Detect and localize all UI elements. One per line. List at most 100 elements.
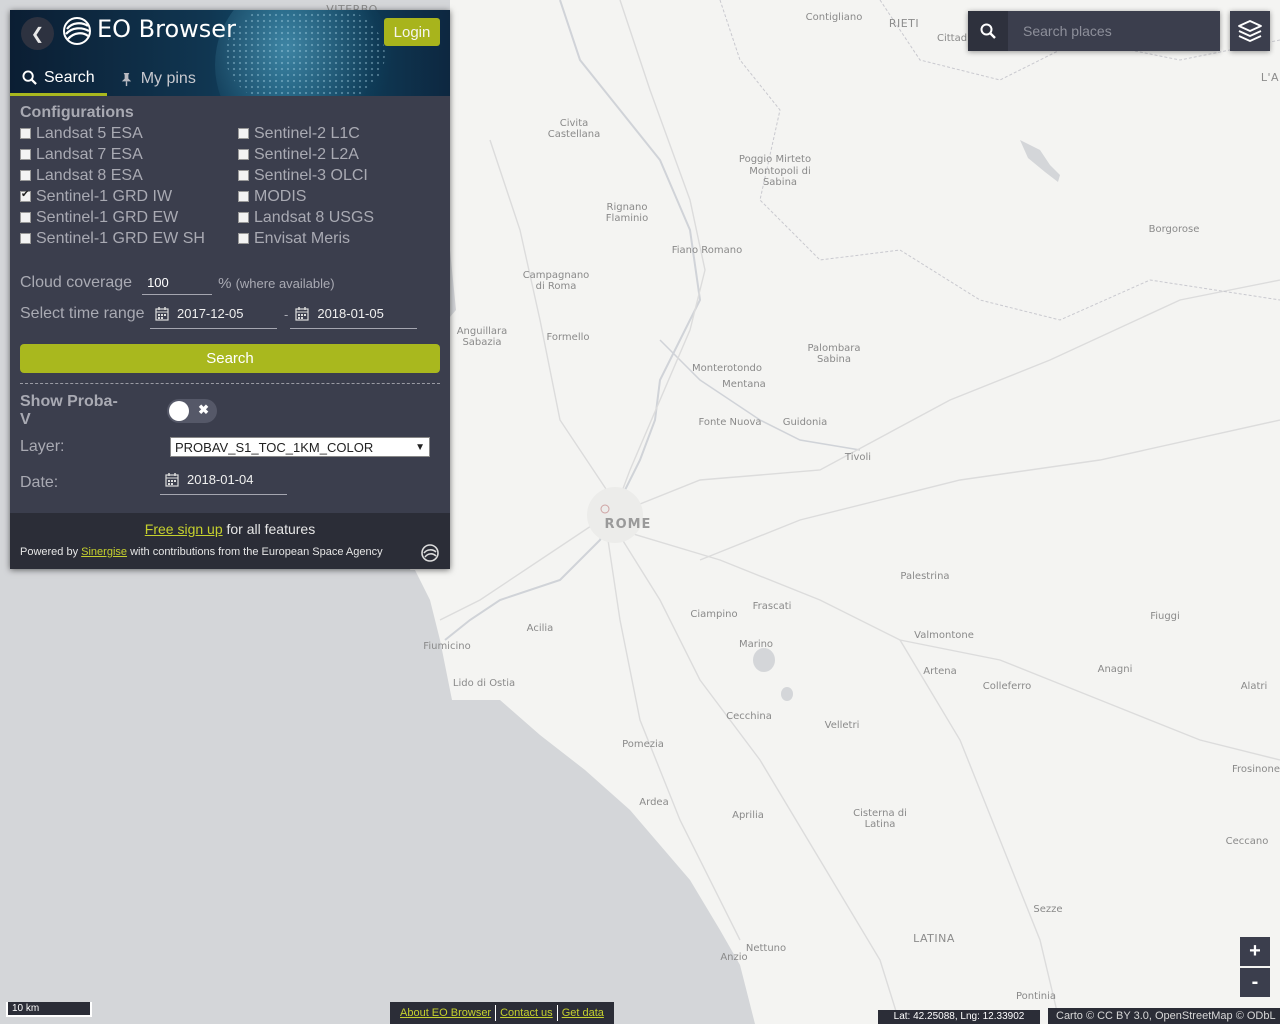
proba-date-row: Date: 2018-01-04 xyxy=(20,471,440,495)
contact-us-link[interactable]: Contact us xyxy=(496,1007,557,1019)
cloud-coverage-label: Cloud coverage xyxy=(20,274,133,291)
checkbox[interactable] xyxy=(238,170,249,181)
config-option-label: Sentinel-2 L2A xyxy=(254,145,359,163)
section-divider xyxy=(20,383,440,384)
config-option[interactable]: MODIS xyxy=(238,186,438,207)
checkbox[interactable] xyxy=(238,212,249,223)
date-to-value: 2018-01-05 xyxy=(317,306,384,321)
config-option-label: Sentinel-1 GRD EW xyxy=(36,208,179,226)
map-place-label: Montopoli di Sabina xyxy=(749,166,811,188)
map-place-label: Poggio Mirteto xyxy=(738,154,812,165)
panel-tabs: Search My pins xyxy=(10,62,208,96)
config-option[interactable]: Sentinel-3 OLCI xyxy=(238,165,438,186)
layer-select[interactable]: PROBAV_S1_TOC_1KM_COLOR ▼ xyxy=(170,437,430,457)
proba-date-field[interactable]: 2018-01-04 xyxy=(160,465,287,495)
panel-header: ❮ EO Browser Login Search My pins xyxy=(10,10,450,96)
cloud-coverage-input[interactable]: 100 xyxy=(142,271,213,295)
map-place-label: Ciampino xyxy=(690,609,738,620)
date-label: Date: xyxy=(20,474,59,491)
map-place-label: Fiumicino xyxy=(423,641,471,652)
config-option[interactable]: Landsat 8 ESA xyxy=(20,165,238,186)
map-place-label: RIETI xyxy=(888,17,920,30)
config-option[interactable]: Sentinel-1 GRD EW SH xyxy=(20,228,238,249)
layers-icon xyxy=(1238,20,1262,42)
free-signup-link[interactable]: Free sign up xyxy=(145,521,223,537)
collapse-panel-button[interactable]: ❮ xyxy=(21,17,54,50)
zoom-in-button[interactable]: + xyxy=(1240,937,1270,966)
checkbox[interactable] xyxy=(238,233,249,244)
map-place-label: Aprilia xyxy=(732,810,764,821)
map-place-label: Colleferro xyxy=(982,681,1032,692)
config-option[interactable]: Landsat 5 ESA xyxy=(20,123,238,144)
config-option-label: Sentinel-1 GRD EW SH xyxy=(36,229,205,247)
map-place-label: Campagnano di Roma xyxy=(522,270,590,292)
date-from-field[interactable]: 2017-12-05 xyxy=(150,299,277,329)
map-place-label: Artena xyxy=(923,666,957,677)
sinergise-link[interactable]: Sinergise xyxy=(81,546,127,558)
config-option[interactable]: Envisat Meris xyxy=(238,228,438,249)
chevron-left-icon: ❮ xyxy=(30,25,45,43)
search-places-input[interactable]: Search places xyxy=(1008,23,1220,39)
map-place-label: Acilia xyxy=(526,623,554,634)
about-eo-browser-link[interactable]: About EO Browser xyxy=(396,1007,495,1019)
app-title: EO Browser xyxy=(97,15,236,43)
date-to-field[interactable]: 2018-01-05 xyxy=(290,299,418,329)
checkbox[interactable] xyxy=(20,170,31,181)
checkbox[interactable] xyxy=(20,233,31,244)
cloud-coverage-unit: % (where available) xyxy=(218,275,335,292)
map-place-label: Alatri xyxy=(1240,681,1268,692)
zoom-out-button[interactable]: - xyxy=(1240,968,1270,997)
map-place-label: Fiano Romano xyxy=(671,245,743,256)
config-option[interactable]: Sentinel-2 L2A xyxy=(238,144,438,165)
map-place-label: Lido di Ostia xyxy=(452,678,516,689)
eo-browser-logo-icon xyxy=(63,17,91,45)
search-places-box: Search places xyxy=(968,11,1220,51)
map-place-label: Frosinone xyxy=(1232,764,1280,775)
powered-prefix: Powered by xyxy=(20,546,79,558)
map-place-label: Pomezia xyxy=(622,739,664,750)
tab-my-pins[interactable]: My pins xyxy=(107,62,208,96)
config-option[interactable]: Landsat 7 ESA xyxy=(20,144,238,165)
config-option-label: Landsat 8 ESA xyxy=(36,166,143,184)
map-place-label: Ardea xyxy=(639,797,669,808)
map-place-label: Monterotondo xyxy=(691,363,763,374)
map-place-label: Fonte Nuova xyxy=(698,417,762,428)
search-icon[interactable] xyxy=(968,11,1008,51)
config-option[interactable]: Sentinel-1 GRD IW xyxy=(20,186,238,207)
config-option-label: Landsat 8 USGS xyxy=(254,208,375,226)
get-data-link[interactable]: Get data xyxy=(558,1007,608,1019)
config-option[interactable]: Sentinel-1 GRD EW xyxy=(20,207,238,228)
map-place-label: Formello xyxy=(546,332,590,343)
checkbox[interactable] xyxy=(238,149,249,160)
checkbox[interactable] xyxy=(20,212,31,223)
pin-icon xyxy=(121,72,131,86)
layer-label: Layer: xyxy=(20,438,65,455)
checkbox[interactable] xyxy=(20,189,31,202)
config-option-label: Landsat 7 ESA xyxy=(36,145,143,163)
map-place-label: LATINA xyxy=(913,932,955,945)
header-dots-graphic xyxy=(225,10,385,96)
search-button[interactable]: Search xyxy=(20,344,440,373)
checkbox[interactable] xyxy=(238,191,249,202)
map-place-label: Anagni xyxy=(1097,664,1133,675)
powered-by-line: Powered by Sinergise with contributions … xyxy=(20,546,383,558)
proba-toggle[interactable]: ✖ xyxy=(167,399,217,423)
map-place-label: Borgorose xyxy=(1148,224,1200,235)
map-place-label: Guidonia xyxy=(782,417,828,428)
map-place-label: Frascati xyxy=(752,601,792,612)
map-place-label: Velletri xyxy=(824,720,860,731)
config-option[interactable]: Sentinel-2 L1C xyxy=(238,123,438,144)
map-scale-bar: 10 km xyxy=(6,1002,92,1017)
map-place-label: Palestrina xyxy=(900,571,950,582)
tab-search[interactable]: Search xyxy=(10,62,107,96)
config-option[interactable]: Landsat 8 USGS xyxy=(238,207,438,228)
map-attribution: Carto © CC BY 3.0, OpenStreetMap © ODbL xyxy=(1048,1008,1280,1024)
checkbox[interactable] xyxy=(238,128,249,139)
map-place-label: Tivoli xyxy=(844,452,872,463)
login-button[interactable]: Login xyxy=(384,18,440,46)
layers-button[interactable] xyxy=(1230,11,1270,51)
checkbox[interactable] xyxy=(20,149,31,160)
proba-toggle-row: Show Proba-V ✖ xyxy=(20,393,440,429)
checkbox[interactable] xyxy=(20,128,31,139)
calendar-icon xyxy=(155,306,169,321)
